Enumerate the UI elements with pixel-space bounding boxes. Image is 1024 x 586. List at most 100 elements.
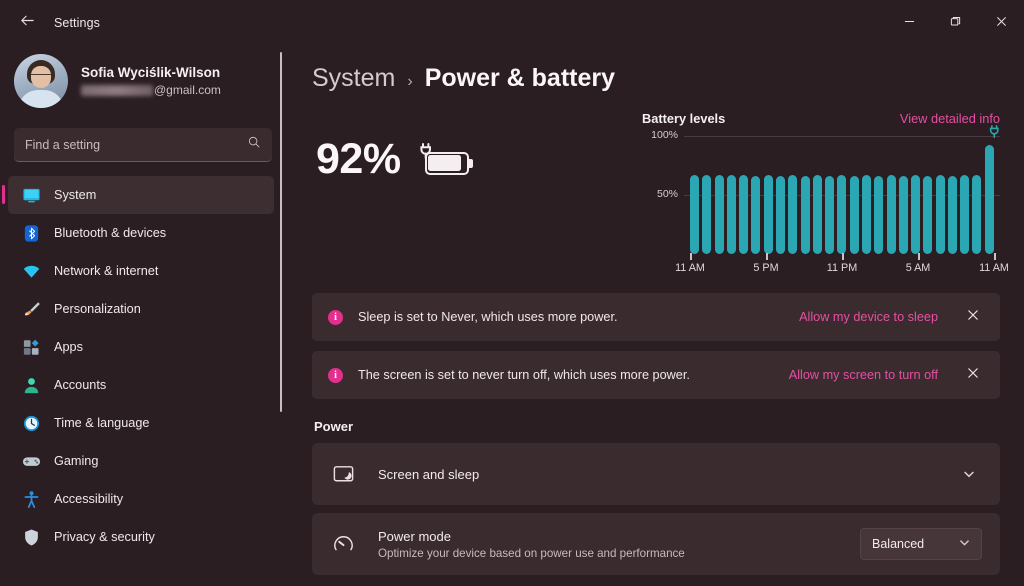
screen-and-sleep-title: Screen and sleep: [378, 466, 480, 482]
chart-bar: [763, 174, 773, 254]
sidebar-item-label: System: [54, 188, 97, 202]
accessibility-icon: [22, 490, 41, 509]
bluetooth-icon: [22, 224, 41, 243]
redacted-email-local-part: [81, 84, 153, 96]
avatar: [14, 54, 68, 108]
chart-title: Battery levels: [642, 111, 726, 126]
sidebar-item-personalization[interactable]: Personalization: [8, 290, 274, 328]
sidebar: Sofia Wyciślik-Wilson @gmail.com Sy: [0, 46, 292, 586]
battery-percent: 92%: [316, 135, 401, 183]
banner-close-button[interactable]: [960, 304, 986, 330]
breadcrumb-separator: ›: [407, 73, 413, 90]
apps-icon: [22, 338, 41, 357]
chevron-down-icon[interactable]: [956, 461, 982, 487]
x-axis-label: 11 AM: [979, 262, 1009, 274]
power-mode-row[interactable]: Power mode Optimize your device based on…: [312, 513, 1000, 575]
page-title: Power & battery: [424, 64, 616, 92]
view-detailed-info-link[interactable]: View detailed info: [900, 111, 1000, 126]
sidebar-item-label: Accessibility: [54, 492, 124, 506]
wifi-icon: [22, 262, 41, 281]
account-name: Sofia Wyciślik-Wilson: [81, 64, 221, 80]
chart-bar: [886, 174, 896, 254]
power-mode-title: Power mode: [378, 528, 451, 544]
sidebar-item-network-internet[interactable]: Network & internet: [8, 252, 274, 290]
sidebar-item-label: Gaming: [54, 454, 99, 468]
account-email-domain: @gmail.com: [154, 83, 221, 98]
gamepad-icon: [22, 452, 41, 471]
close-icon: [967, 366, 979, 384]
battery-summary: 92%: [312, 107, 642, 184]
close-button[interactable]: [978, 0, 1024, 46]
sidebar-item-time-language[interactable]: Time & language: [8, 404, 274, 442]
chart-bar: [923, 176, 933, 254]
sidebar-item-gaming[interactable]: Gaming: [8, 442, 274, 480]
clock-icon: [22, 414, 41, 433]
chart-bar: [861, 174, 871, 254]
chart-bar: [935, 174, 945, 254]
maximize-button[interactable]: [932, 0, 978, 46]
person-icon: [22, 376, 41, 395]
account-block[interactable]: Sofia Wyciślik-Wilson @gmail.com: [0, 46, 292, 108]
x-axis-tick: [994, 253, 996, 260]
y-axis-label-50: 50%: [656, 188, 678, 200]
chart-bar: [911, 174, 921, 254]
x-axis-label: 5 PM: [753, 262, 779, 274]
chart-bar: [849, 176, 859, 254]
breadcrumb: System › Power & battery: [312, 64, 1000, 93]
sidebar-item-system[interactable]: System: [2, 176, 274, 214]
sidebar-item-accessibility[interactable]: Accessibility: [8, 480, 274, 518]
x-axis-tick: [690, 253, 692, 260]
chart-bar: [800, 176, 810, 254]
power-mode-dropdown[interactable]: Balanced: [860, 528, 982, 560]
title-bar: Settings: [0, 0, 1024, 46]
chart-bar: [739, 174, 749, 254]
sidebar-item-apps[interactable]: Apps: [8, 328, 274, 366]
x-axis-label: 11 AM: [675, 262, 705, 274]
window-controls: [886, 0, 1024, 46]
sidebar-nav: System Bluetooth & devices Network & int…: [0, 176, 292, 556]
chart-bar: [874, 176, 884, 254]
shield-icon: [22, 528, 41, 547]
sidebar-scrollbar[interactable]: [280, 52, 282, 412]
main-content: System › Power & battery 92% Battery lev…: [292, 46, 1024, 586]
chart-bar: [775, 176, 785, 254]
banner-close-button[interactable]: [960, 362, 986, 388]
sidebar-item-label: Apps: [54, 340, 83, 354]
allow-device-to-sleep-link[interactable]: Allow my device to sleep: [799, 310, 938, 324]
chart-bar: [726, 174, 736, 254]
chart-bar: [837, 174, 847, 254]
back-button[interactable]: [10, 8, 44, 38]
search-icon: [247, 135, 261, 154]
x-axis-label: 5 AM: [905, 262, 931, 274]
screen-and-sleep-row[interactable]: Screen and sleep: [312, 443, 1000, 505]
chart-bar: [788, 174, 798, 254]
x-axis-label: 11 PM: [826, 262, 858, 274]
search-box[interactable]: [14, 128, 272, 162]
breadcrumb-parent[interactable]: System: [312, 64, 395, 93]
restore-icon: [950, 14, 961, 32]
chart-bar: [972, 174, 982, 254]
screen-sleep-icon: [330, 463, 356, 486]
chart-bar: [947, 176, 957, 254]
close-icon: [967, 308, 979, 326]
sidebar-item-label: Bluetooth & devices: [54, 226, 167, 240]
sidebar-item-bluetooth-devices[interactable]: Bluetooth & devices: [8, 214, 274, 252]
plug-icon: [988, 125, 1001, 139]
search-input[interactable]: [25, 137, 239, 152]
minimize-button[interactable]: [886, 0, 932, 46]
chart-bar: [898, 176, 908, 254]
chart-bar: [751, 176, 761, 254]
sidebar-item-accounts[interactable]: Accounts: [8, 366, 274, 404]
banner-screen-never-off: i The screen is set to never turn off, w…: [312, 351, 1000, 399]
sidebar-item-privacy-security[interactable]: Privacy & security: [8, 518, 274, 556]
paintbrush-icon: [22, 300, 41, 319]
sidebar-item-label: Accounts: [54, 378, 107, 392]
chart-bar: [714, 174, 724, 254]
allow-screen-to-turn-off-link[interactable]: Allow my screen to turn off: [789, 368, 938, 382]
gauge-icon: [330, 533, 356, 556]
sidebar-item-label: Privacy & security: [54, 530, 155, 544]
banner-message: The screen is set to never turn off, whi…: [358, 368, 690, 382]
chart-x-axis: 11 AM 5 PM 11 PM 5 AM 11 AM: [675, 253, 1009, 283]
y-axis-label-100: 100%: [651, 129, 678, 141]
banner-sleep-never: i Sleep is set to Never, which uses more…: [312, 293, 1000, 341]
